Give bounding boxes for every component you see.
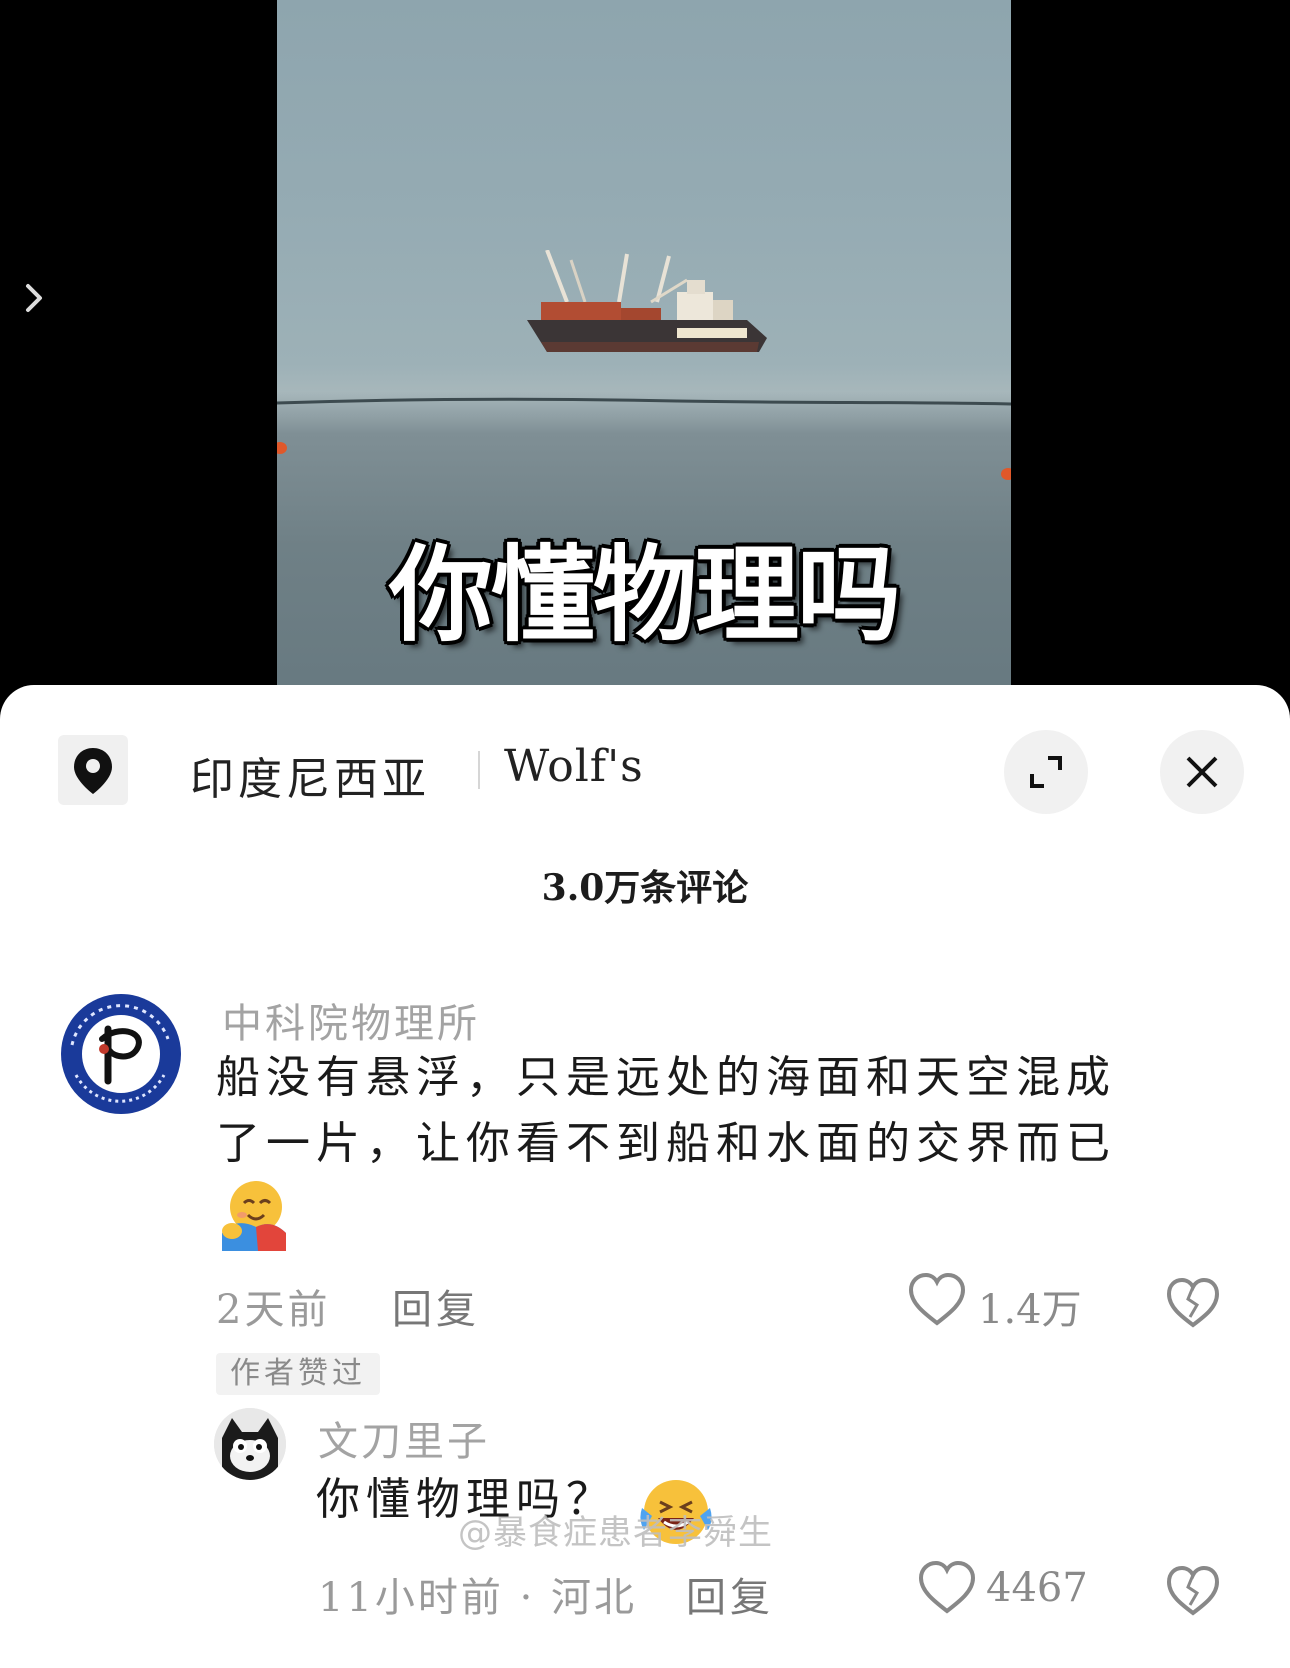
heart-icon <box>908 1273 966 1326</box>
divider <box>478 751 480 789</box>
hugging-face-emoji <box>222 1181 286 1251</box>
comment-username[interactable]: 中科院物理所 <box>222 991 480 1049</box>
close-button[interactable] <box>1160 730 1244 814</box>
video-frame: 你懂物理吗 <box>277 0 1011 700</box>
video-player[interactable]: 你懂物理吗 <box>0 0 1290 700</box>
broken-heart-icon[interactable] <box>1166 1565 1220 1617</box>
reply-time-location: 11小时前 · 河北 <box>318 1575 638 1621</box>
broken-heart-icon[interactable] <box>1166 1277 1220 1329</box>
author-liked-badge: 作者赞过 <box>216 1353 380 1395</box>
like-button[interactable]: 1.4万 <box>908 1273 1088 1333</box>
comment-text-line: 了一片，让你看不到船和水面的交界而已 <box>216 1118 1116 1169</box>
comment-time: 2天前 <box>216 1287 331 1333</box>
comment-text-line: 船没有悬浮，只是远处的海面和天空混成 <box>216 1052 1116 1103</box>
avatar[interactable] <box>214 1408 286 1480</box>
weibo-watermark: @暴食症患者李舜生 <box>458 1513 773 1553</box>
like-count: 1.4万 <box>978 1287 1082 1333</box>
location-brand[interactable]: Wolf's <box>504 741 644 792</box>
close-icon <box>1186 756 1218 788</box>
comment-sheet: 印度尼西亚 Wolf's 3.0万条评论 中科院物理所 船没有悬浮，只是远处的海… <box>0 685 1290 1668</box>
horizon <box>277 397 1011 406</box>
reply-button[interactable]: 回复 <box>392 1277 480 1335</box>
reply-button[interactable]: 回复 <box>686 1565 774 1623</box>
location-name[interactable]: 印度尼西亚 <box>190 743 430 807</box>
buoy <box>1001 468 1011 480</box>
cat-avatar <box>214 1408 286 1480</box>
fullscreen-icon <box>1030 756 1062 788</box>
avatar[interactable] <box>58 991 184 1117</box>
heart-icon <box>918 1561 976 1614</box>
like-count: 4467 <box>986 1565 1088 1611</box>
chevron-right-icon[interactable] <box>22 278 46 318</box>
cargo-ship-image <box>527 250 767 352</box>
cas-logo-avatar <box>61 994 181 1114</box>
buoy <box>277 442 287 454</box>
location-pin-icon[interactable] <box>58 735 128 805</box>
video-caption: 你懂物理吗 <box>388 534 901 656</box>
like-button[interactable]: 4467 <box>918 1561 1098 1621</box>
sheet-header: 印度尼西亚 Wolf's <box>0 685 1290 855</box>
reply-username[interactable]: 文刀里子 <box>318 1409 490 1467</box>
fullscreen-button[interactable] <box>1004 730 1088 814</box>
comment-count: 3.0万条评论 <box>541 867 749 909</box>
